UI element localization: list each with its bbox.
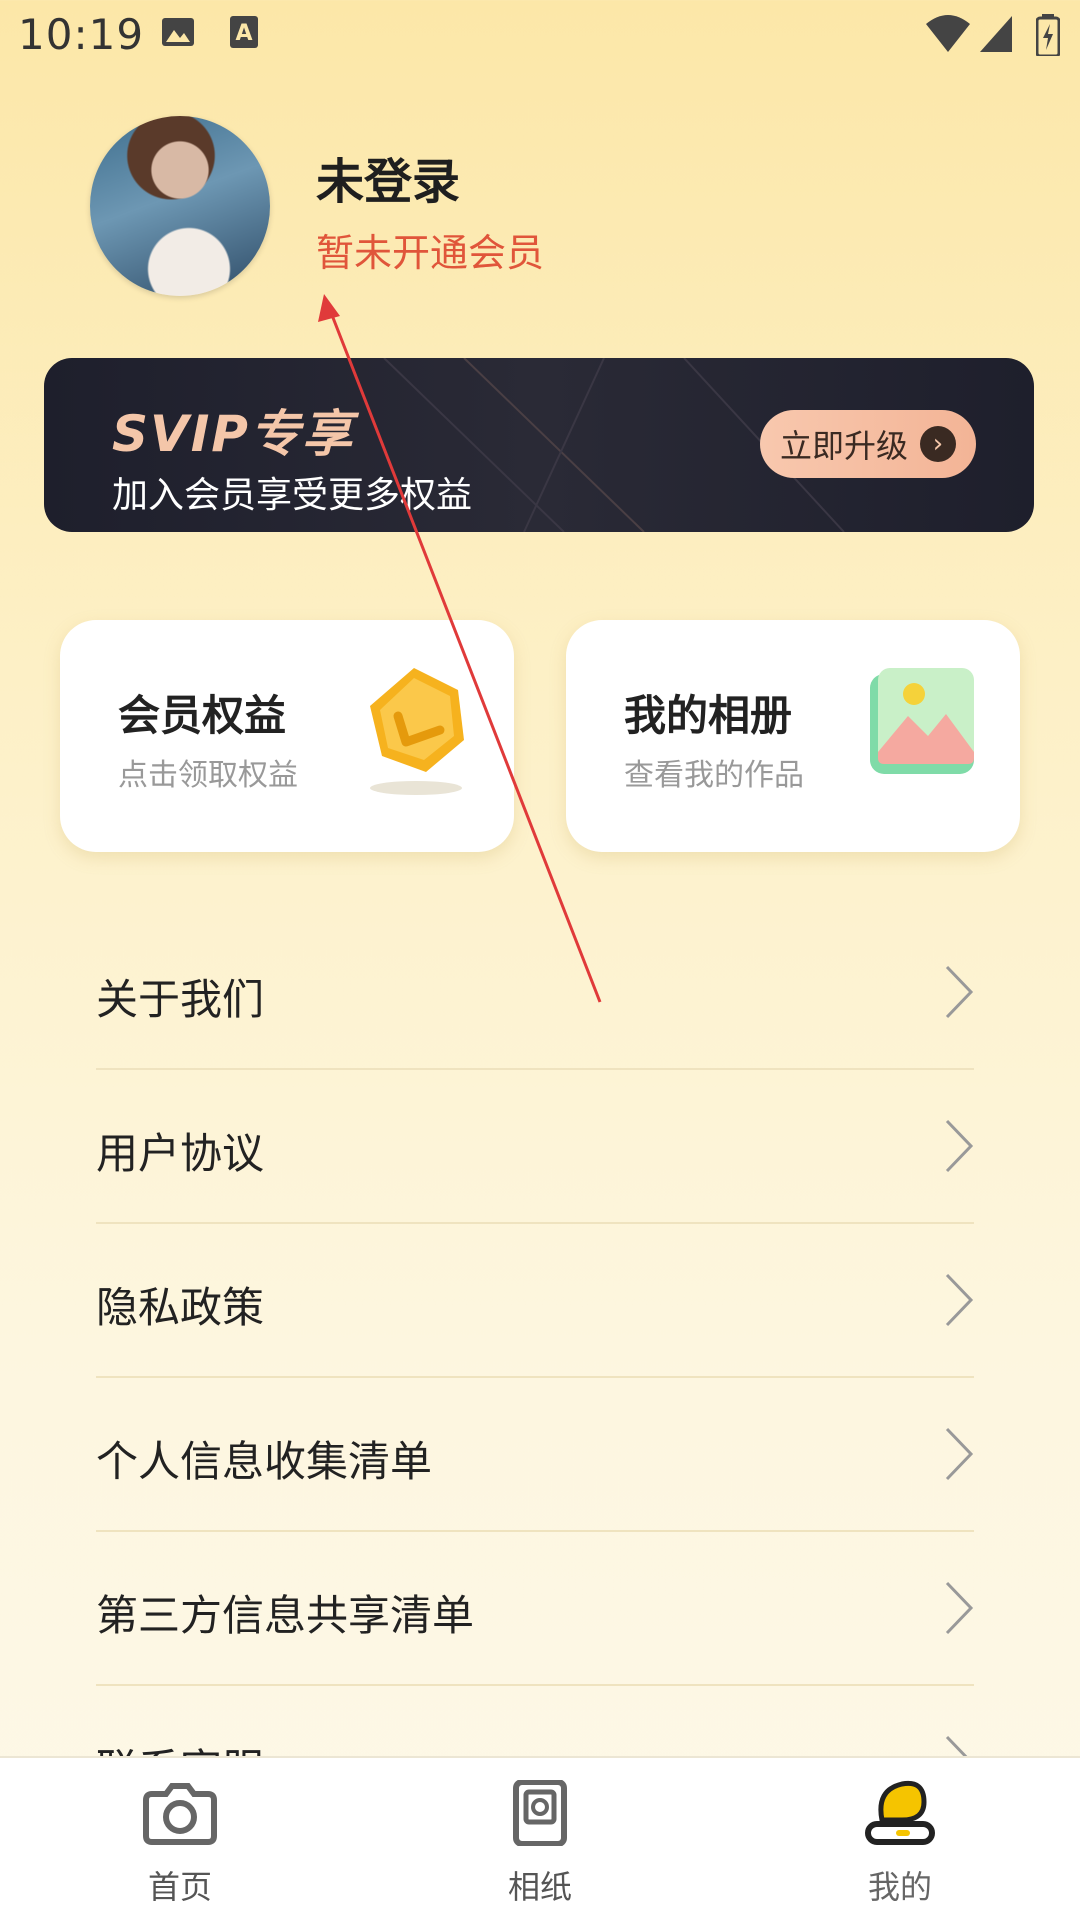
vip-status-text: 暂未开通会员 [316, 231, 545, 275]
settings-menu: 关于我们 用户协议 隐私政策 个人信息收集清单 第三方信息共享清单 联系客服 [96, 916, 974, 1838]
my-album-card[interactable]: 我的相册 查看我的作品 [566, 620, 1020, 852]
photo-album-icon [870, 668, 974, 774]
menu-item-third-party-sharing-list[interactable]: 第三方信息共享清单 [96, 1532, 974, 1686]
tab-photo-paper[interactable]: 相纸 [440, 1758, 640, 1922]
status-time: 10:19 [18, 10, 145, 59]
tab-home[interactable]: 首页 [80, 1758, 280, 1922]
menu-item-privacy-policy[interactable]: 隐私政策 [96, 1224, 974, 1378]
tab-mine[interactable]: 我的 [800, 1758, 1000, 1922]
card-subtitle: 查看我的作品 [624, 758, 804, 793]
chevron-right-icon [945, 1581, 974, 1635]
image-icon [162, 18, 194, 46]
menu-item-label: 关于我们 [96, 975, 265, 1024]
svg-text:A: A [235, 21, 252, 46]
profile-icon [865, 1780, 935, 1845]
chevron-right-icon [945, 965, 974, 1019]
chevron-right-icon [945, 1273, 974, 1327]
camera-icon [143, 1783, 217, 1845]
tab-label: 首页 [147, 1868, 212, 1906]
wifi-icon [926, 15, 970, 52]
status-bar: 10:19 A [0, 0, 1080, 72]
member-benefits-card[interactable]: 会员权益 点击领取权益 [60, 620, 514, 852]
svip-subtitle: 加入会员享受更多权益 [112, 475, 473, 516]
card-subtitle: 点击领取权益 [118, 758, 298, 793]
menu-item-user-agreement[interactable]: 用户协议 [96, 1070, 974, 1224]
menu-item-label: 用户协议 [96, 1129, 265, 1178]
avatar[interactable] [90, 116, 270, 296]
chevron-right-icon [945, 1427, 974, 1481]
arrow-right-icon: › [920, 426, 956, 462]
tab-label: 我的 [867, 1868, 932, 1906]
upgrade-button[interactable]: 立即升级 › [760, 410, 976, 478]
menu-item-label: 隐私政策 [96, 1283, 265, 1332]
photo-paper-icon [513, 1780, 567, 1846]
tab-label: 相纸 [507, 1868, 572, 1906]
bottom-nav: 首页 相纸 我的 [0, 1756, 1080, 1922]
menu-item-personal-info-list[interactable]: 个人信息收集清单 [96, 1378, 974, 1532]
chevron-right-icon [945, 1119, 974, 1173]
text-a-icon: A [230, 16, 258, 48]
user-name[interactable]: 未登录 [316, 142, 460, 212]
signal-icon [980, 16, 1012, 52]
svip-title: SVIP专享 [112, 405, 354, 463]
battery-icon [1036, 14, 1060, 56]
menu-item-label: 个人信息收集清单 [96, 1437, 433, 1486]
upgrade-button-label: 立即升级 [779, 427, 908, 465]
menu-item-label: 第三方信息共享清单 [96, 1591, 475, 1640]
menu-item-about-us[interactable]: 关于我们 [96, 916, 974, 1070]
card-title: 我的相册 [624, 691, 793, 740]
card-title: 会员权益 [118, 691, 287, 740]
svip-banner[interactable]: SVIP专享 加入会员享受更多权益 立即升级 › [44, 358, 1034, 532]
member-badge-icon [370, 668, 464, 795]
